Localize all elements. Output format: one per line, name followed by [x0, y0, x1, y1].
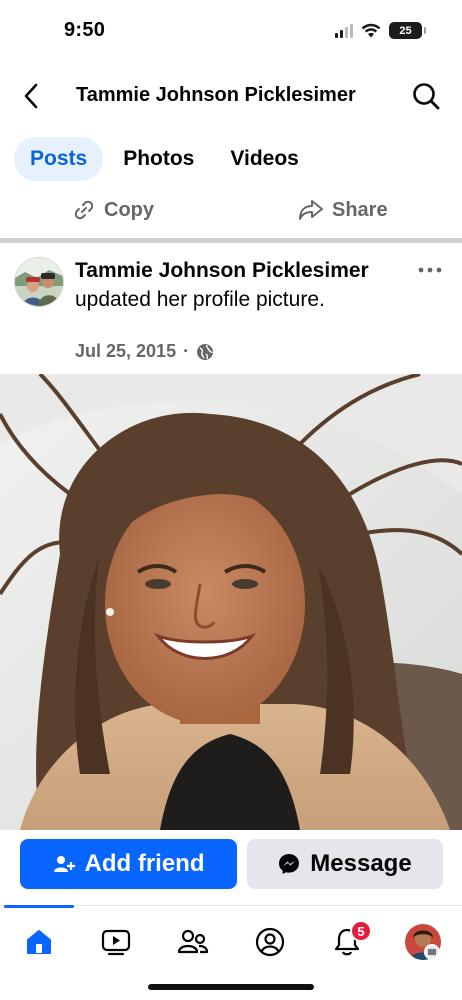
- share-icon: [299, 200, 323, 220]
- post-author-name[interactable]: Tammie Johnson Picklesimer: [75, 259, 369, 282]
- search-icon: [413, 83, 440, 110]
- post-date[interactable]: Jul 25, 2015: [75, 341, 176, 362]
- back-button[interactable]: [14, 78, 48, 114]
- post-meta: Jul 25, 2015 ·: [75, 341, 214, 362]
- section-divider: [0, 238, 462, 243]
- post-action-text: updated her profile picture.: [75, 288, 325, 311]
- nav-home[interactable]: [14, 920, 64, 964]
- messenger-icon: [279, 854, 300, 874]
- home-icon: [27, 930, 51, 954]
- copy-label: Copy: [104, 198, 154, 221]
- post-author-avatar[interactable]: [14, 257, 64, 307]
- nav-profile[interactable]: [245, 920, 295, 964]
- add-friend-button[interactable]: Add friend: [20, 839, 237, 889]
- post-photo[interactable]: [0, 374, 462, 830]
- menu-icon: [424, 944, 440, 960]
- header: Tammie Johnson Picklesimer: [0, 70, 462, 122]
- search-button[interactable]: [408, 78, 444, 114]
- nav-menu[interactable]: [398, 920, 448, 964]
- avatar-image: [15, 258, 63, 306]
- copy-button[interactable]: Copy: [72, 198, 154, 222]
- nav-video[interactable]: [91, 920, 141, 964]
- profile-photo-image: [0, 374, 462, 830]
- tab-posts[interactable]: Posts: [14, 137, 104, 181]
- link-icon: [74, 200, 94, 220]
- bottom-nav: 5: [0, 905, 462, 977]
- status-time: 9:50: [64, 19, 106, 41]
- meta-separator: ·: [183, 341, 190, 361]
- signal-icon: [335, 23, 353, 38]
- share-button[interactable]: Share: [298, 198, 388, 222]
- nav-active-indicator: [4, 905, 74, 908]
- status-bar: 9:50 25: [0, 0, 462, 64]
- nav-friends[interactable]: [168, 920, 218, 964]
- notification-badge: 5: [350, 920, 372, 942]
- link-actions: Copy Share: [0, 196, 462, 232]
- add-friend-icon: [53, 856, 75, 872]
- status-icons: 25: [335, 22, 426, 39]
- wifi-icon: [361, 23, 381, 38]
- profile-icon: [255, 927, 285, 957]
- globe-icon: [197, 343, 214, 360]
- battery-level: 25: [399, 24, 412, 37]
- post-more-button[interactable]: [412, 258, 448, 282]
- nav-notifications[interactable]: 5: [322, 920, 372, 964]
- chevron-left-icon: [24, 83, 38, 109]
- battery-icon: 25: [389, 22, 426, 39]
- video-icon: [101, 929, 131, 956]
- more-horizontal-icon: [418, 267, 442, 273]
- friends-icon: [177, 929, 209, 954]
- home-indicator: [148, 984, 314, 990]
- share-label: Share: [332, 198, 388, 221]
- message-button[interactable]: Message: [247, 839, 443, 889]
- tab-videos[interactable]: Videos: [214, 137, 314, 181]
- add-friend-label: Add friend: [84, 850, 205, 877]
- profile-tabs: Posts Photos Videos: [14, 137, 315, 181]
- page-title: Tammie Johnson Picklesimer: [76, 84, 356, 106]
- tab-photos[interactable]: Photos: [107, 137, 210, 181]
- post-headline: Tammie Johnson Picklesimer updated her p…: [75, 256, 395, 314]
- message-label: Message: [310, 850, 412, 877]
